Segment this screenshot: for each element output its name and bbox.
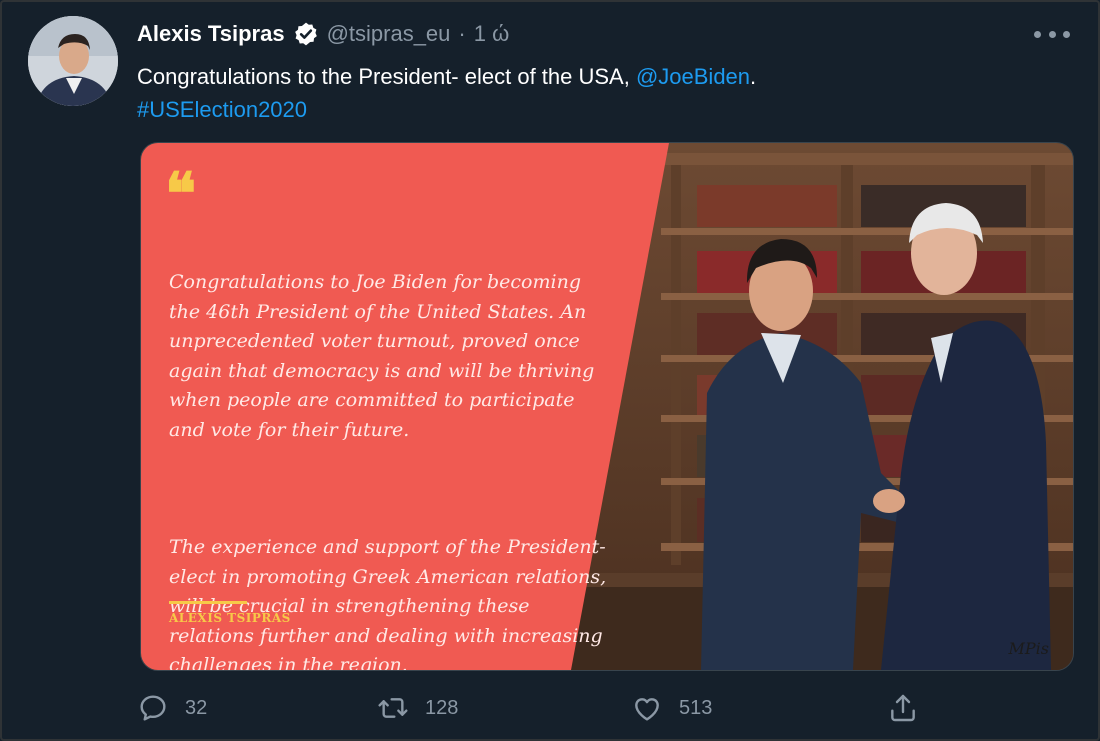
more-dot: [1034, 30, 1041, 38]
share-button[interactable]: [887, 688, 919, 728]
reply-count: 32: [185, 696, 208, 719]
more-dot: [1063, 30, 1070, 38]
signature-rule: [169, 601, 247, 604]
retweet-button[interactable]: 128: [377, 688, 458, 728]
photo-watermark: MPis: [1008, 639, 1049, 658]
verified-badge-icon: [293, 21, 319, 47]
reply-icon: [140, 695, 166, 721]
hashtag-link[interactable]: #USElection2020: [137, 97, 307, 122]
tweet-text: Congratulations to the President- elect …: [137, 60, 1037, 126]
tweet-header: Alexis Tsipras @tsipras_eu · 1 ώ: [137, 18, 509, 50]
retweet-count: 128: [425, 696, 459, 719]
tweet-text-suffix: .: [750, 64, 757, 89]
like-button[interactable]: 513: [631, 688, 712, 728]
tweet-timestamp[interactable]: 1 ώ: [474, 21, 510, 47]
avatar[interactable]: [28, 16, 118, 106]
tweet-text-prefix: Congratulations to the President- elect …: [137, 64, 636, 89]
author-handle[interactable]: @tsipras_eu: [327, 21, 451, 47]
more-options-icon[interactable]: [1034, 24, 1070, 44]
more-dot: [1048, 30, 1056, 38]
author-name[interactable]: Alexis Tsipras: [137, 21, 285, 47]
separator-dot: ·: [458, 21, 466, 46]
heart-icon: [635, 698, 659, 721]
tweet-media-image[interactable]: ❝ Congratulations to Joe Biden for becom…: [140, 142, 1074, 671]
like-count: 513: [679, 696, 713, 719]
share-icon: [891, 694, 915, 722]
quote-paragraph-1: Congratulations to Joe Biden for becomin…: [169, 271, 601, 441]
mention-link[interactable]: @JoeBiden: [636, 64, 750, 89]
tweet-actions: 32 128 513: [137, 688, 927, 728]
quote-signature: ALEXIS TSIPRAS: [169, 611, 291, 625]
retweet-icon: [378, 698, 408, 718]
reply-button[interactable]: 32: [137, 688, 207, 728]
